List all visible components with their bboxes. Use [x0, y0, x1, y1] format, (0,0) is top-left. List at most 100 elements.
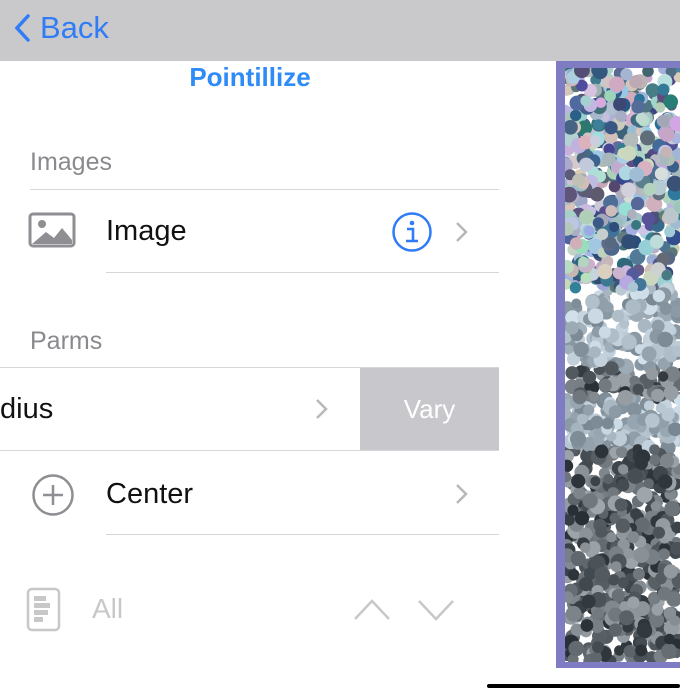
dot [572, 173, 585, 187]
dot [625, 299, 641, 315]
dot [635, 112, 647, 125]
dot [608, 405, 622, 419]
dot [661, 269, 673, 281]
all-label[interactable]: All [92, 593, 123, 625]
dot [657, 331, 673, 348]
dot [597, 264, 613, 280]
dot [601, 152, 616, 167]
dot [570, 237, 583, 250]
info-icon[interactable] [391, 211, 433, 253]
dot [570, 551, 586, 567]
dot [659, 302, 673, 315]
dot [664, 633, 675, 645]
dot [571, 474, 586, 489]
dot [581, 594, 596, 609]
back-button[interactable]: Back [14, 10, 109, 46]
dot [612, 267, 625, 279]
dot [621, 145, 637, 161]
chevron-down-icon[interactable] [416, 597, 456, 623]
image-row[interactable]: Image [0, 190, 500, 272]
dot [570, 430, 586, 447]
image-label: Image [106, 215, 187, 247]
list-icon[interactable] [26, 587, 62, 632]
dot [578, 577, 594, 592]
photo-icon [28, 212, 76, 248]
dot [652, 289, 666, 303]
chevron-right-icon [316, 399, 328, 419]
dot [569, 282, 582, 294]
dot [567, 569, 580, 581]
dot [609, 76, 625, 93]
chevron-right-icon [456, 484, 468, 504]
dot [588, 346, 601, 358]
section-header-images: Images [30, 148, 112, 176]
chevron-right-icon [456, 222, 468, 242]
dot [643, 478, 654, 489]
dot [664, 226, 676, 238]
dot [603, 473, 614, 485]
dot [640, 130, 655, 146]
dot [615, 110, 627, 123]
dot [617, 464, 629, 475]
dot [610, 561, 622, 572]
dot [657, 371, 669, 382]
divider [106, 534, 499, 535]
radius-row[interactable]: dius [0, 368, 360, 450]
dot [634, 456, 648, 471]
dot [631, 220, 642, 230]
dot [635, 644, 648, 657]
dot [565, 605, 582, 622]
dot [594, 444, 609, 459]
dot [614, 645, 625, 656]
dot [587, 308, 604, 324]
dot [592, 641, 604, 654]
dot [649, 444, 660, 455]
dot [663, 564, 678, 579]
home-indicator [487, 684, 680, 688]
dot [573, 341, 589, 358]
dot [590, 476, 601, 487]
dot [641, 346, 657, 362]
dot [619, 610, 635, 626]
dot [571, 298, 582, 309]
dot [661, 408, 675, 422]
dot [604, 121, 618, 135]
dot [621, 182, 636, 198]
chevron-up-icon[interactable] [352, 597, 392, 623]
dot [664, 500, 680, 517]
pointillized-image [565, 68, 680, 662]
divider [106, 272, 499, 273]
center-label: Center [106, 478, 194, 510]
dot [654, 102, 666, 113]
dot [580, 95, 592, 107]
dot [651, 603, 664, 616]
vary-button[interactable]: Vary [360, 368, 499, 450]
dot [592, 217, 604, 229]
dot [627, 468, 643, 484]
dot [630, 196, 645, 211]
dot [565, 366, 579, 380]
dot [615, 446, 628, 459]
dot [580, 272, 592, 284]
dot [645, 367, 659, 380]
dot [614, 498, 628, 512]
dot [659, 453, 674, 468]
dot [604, 236, 617, 249]
dot [663, 94, 678, 109]
dot [658, 548, 670, 560]
image-preview [556, 61, 680, 668]
dot [632, 383, 644, 395]
dot [615, 518, 631, 533]
dot [580, 542, 591, 553]
center-row[interactable]: Center [0, 451, 500, 534]
dot [590, 415, 604, 429]
dot [572, 389, 587, 405]
dot [579, 209, 594, 225]
dot [661, 643, 677, 660]
dot [663, 385, 679, 401]
dot [641, 212, 656, 226]
dot [649, 234, 664, 249]
dot [583, 404, 595, 416]
dot [590, 135, 602, 147]
page-title: Pointillize [189, 62, 311, 92]
